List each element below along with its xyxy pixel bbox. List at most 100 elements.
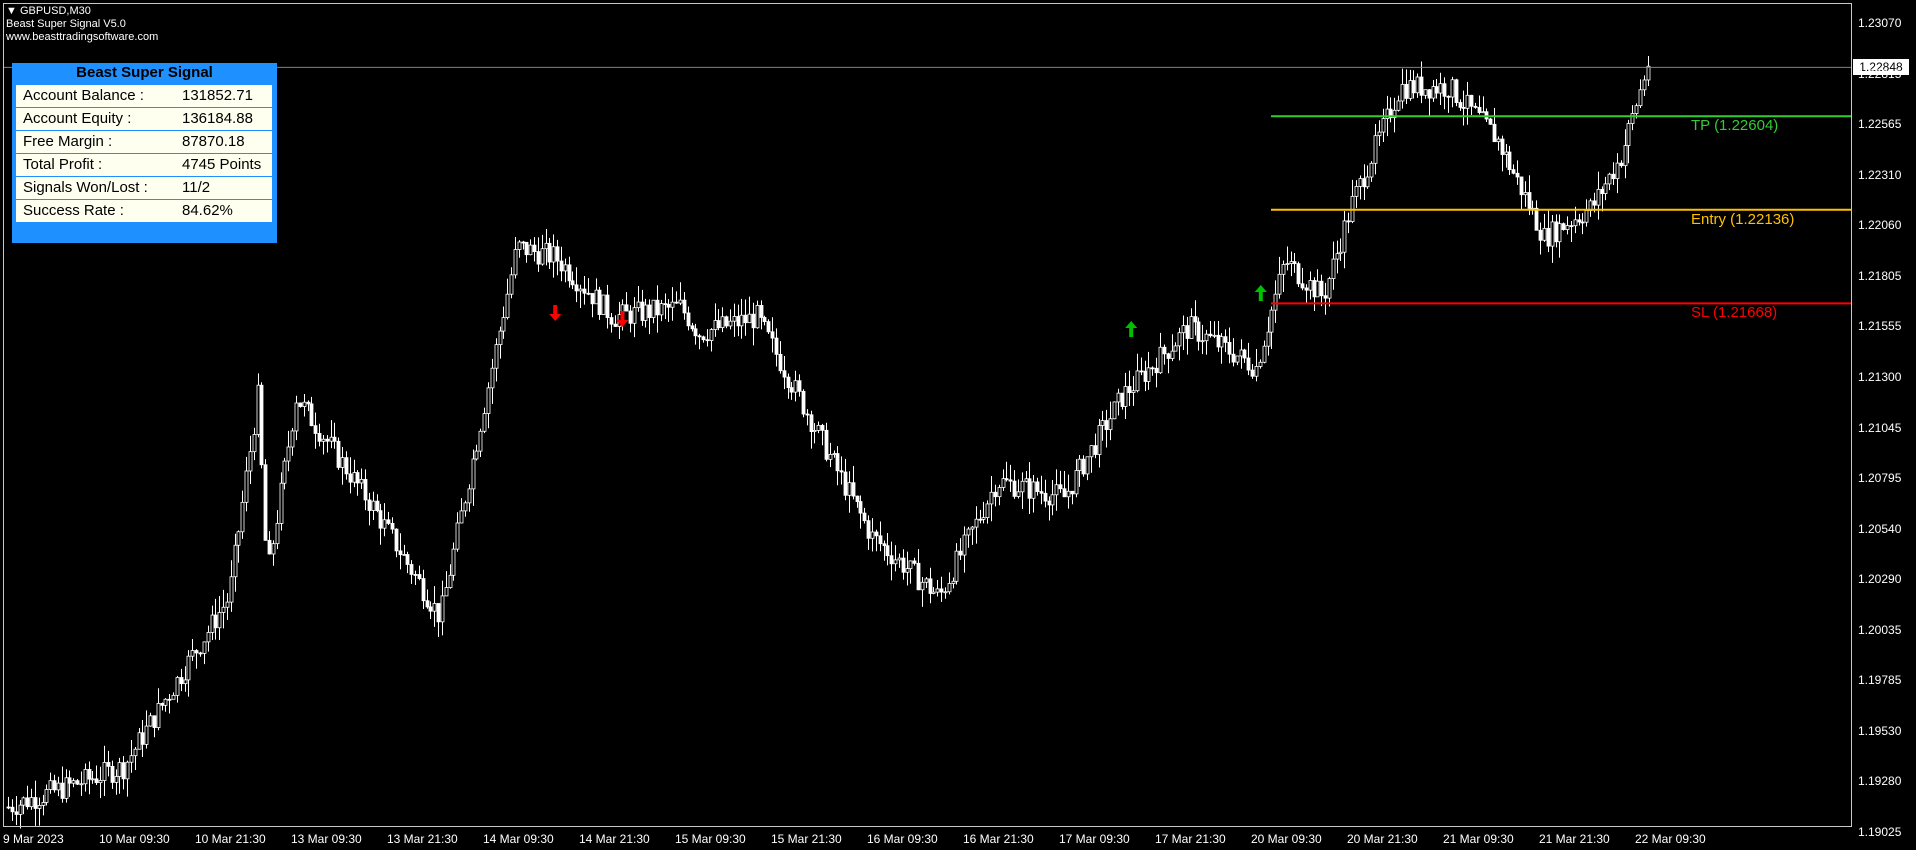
candle-body [175,677,180,696]
candle-body [282,460,287,484]
candle-body [690,325,695,330]
candle-body [1120,392,1125,407]
candle-body [1619,162,1624,167]
candle-body [171,694,176,700]
candle-body [532,244,537,252]
candle-body [1642,79,1647,91]
candle-body [686,312,691,327]
candle-body [1573,219,1578,227]
candle-body [459,510,464,524]
dropdown-triangle-icon[interactable]: ▼ [6,5,17,17]
candle-body [386,519,391,524]
candle-body [206,632,211,643]
entry-level-label: Entry (1.22136) [1691,210,1795,228]
info-panel: Beast Super Signal Account Balance : 131… [12,63,277,243]
candle-body [517,241,522,250]
candle-body [106,762,111,767]
candle-body [1266,331,1271,347]
candle-body [402,554,407,556]
candle-body [751,313,756,329]
candle-body [809,414,814,432]
candle-body [1496,138,1501,143]
candle-body [578,288,583,292]
candle-body [1254,366,1259,377]
candle-body [279,482,284,524]
candle-body [1500,138,1505,155]
candle-body [1373,135,1378,164]
candle-body [1097,425,1102,455]
candle-body [1001,478,1006,488]
chart-symbol[interactable]: ▼ GBPUSD,M30 [6,5,91,18]
candle-body [1327,278,1332,299]
candle-body [563,264,568,272]
candle-body [137,732,142,750]
free-margin-value: 87870.18 [182,133,245,150]
candle-body [1527,192,1532,209]
candle-body [1565,225,1570,231]
candle-body [6,806,11,809]
candle-body [114,776,119,783]
candle-body [90,778,95,781]
chart-symbol-label: GBPUSD,M30 [19,5,91,17]
candle-body [755,304,760,329]
candle-body [1400,83,1405,102]
candle-body [544,242,549,250]
x-tick-label: 22 Mar 09:30 [1635,832,1706,846]
candle-body [1319,280,1324,297]
candle-body [140,732,145,745]
success-rate-label: Success Rate : [23,202,124,219]
candle-body [382,519,387,529]
panel-row-signals-won-lost: Signals Won/Lost : 11/2 [16,177,272,199]
candle-body [432,603,437,612]
chart-area[interactable] [0,0,1916,850]
candle-body [29,797,34,808]
candle-body [655,299,660,316]
candle-body [486,387,491,414]
candle-body [1100,420,1105,426]
candle-body [582,288,587,294]
candle-body [1646,65,1651,81]
candle-body [352,472,357,483]
sl-level-label: SL (1.21668) [1691,304,1778,322]
candle-body [417,574,422,579]
signals-won-lost-label: Signals Won/Lost : [23,179,148,196]
panel-row-account-equity: Account Equity : 136184.88 [16,108,272,130]
candle-body [471,458,476,490]
candle-body [1300,283,1305,289]
candle-body [1415,76,1420,94]
candle-body [60,782,65,799]
candle-body [1150,367,1155,370]
candle-body [916,562,921,591]
candle-body [1454,79,1459,103]
candle-body [1369,162,1374,178]
candle-body [747,313,752,324]
candle-body [1231,353,1236,363]
candle-body [628,310,633,324]
candle-body [536,251,541,265]
candle-body [202,641,207,654]
candle-body [701,336,706,341]
candle-body [732,316,737,322]
candle-body [524,241,529,256]
candle-body [490,367,495,389]
candle-body [1177,332,1182,347]
candle-body [125,761,130,780]
candle-body [1289,261,1294,264]
signals-won-lost-value: 11/2 [182,179,211,196]
buy-arrow-icon [1254,285,1267,301]
candle-body [590,293,595,305]
candle-body [1511,169,1516,174]
account-equity-value: 136184.88 [182,110,253,127]
candle-body [528,244,533,256]
candle-body [874,531,879,537]
price-chart[interactable] [0,0,1916,850]
candle-body [1277,273,1282,295]
x-tick-label: 16 Mar 09:30 [867,832,938,846]
candle-body [451,548,456,576]
candle-body [1273,293,1278,311]
candle-body [217,612,222,629]
candle-body [160,703,165,706]
candle-body [636,301,641,309]
candle-body [455,522,460,550]
candle-body [1584,210,1589,223]
